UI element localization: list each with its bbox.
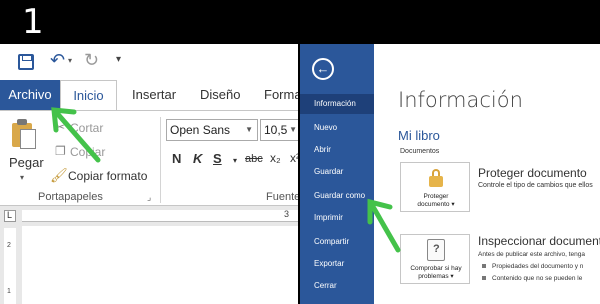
protect-document-button[interactable]: Proteger documento ▾ bbox=[400, 162, 470, 212]
copy-icon: ❐ bbox=[55, 144, 66, 158]
check-issues-button[interactable]: Comprobar si hayproblemas ▾ bbox=[400, 234, 470, 284]
ruler-mark: 3 bbox=[284, 209, 290, 219]
word-ribbon-panel: ↶ ▾ ↻ ▾ Archivo Inicio Insertar Diseño F… bbox=[0, 44, 300, 304]
redo-icon[interactable]: ↻ bbox=[84, 50, 99, 71]
tab-selector[interactable] bbox=[4, 210, 16, 222]
scissors-icon: ✂ bbox=[55, 120, 66, 134]
paste-dropdown-icon[interactable]: ▾ bbox=[20, 173, 24, 182]
ribbon-tabs: Archivo Inicio Insertar Diseño Forma bbox=[0, 80, 300, 110]
copy-button[interactable]: Copiar bbox=[70, 145, 105, 159]
bold-button[interactable]: N bbox=[172, 151, 181, 166]
underline-button[interactable]: S bbox=[213, 151, 222, 166]
cut-button[interactable]: Cortar bbox=[70, 121, 103, 135]
back-arrow-icon[interactable]: ← bbox=[312, 58, 334, 80]
font-size-value: 10,5 bbox=[264, 123, 288, 137]
inspect-description: Antes de publicar este archivo, tenga bbox=[478, 251, 585, 258]
protect-button-label: Proteger documento ▾ bbox=[417, 193, 455, 208]
protect-description: Controle el tipo de cambios que ellos bbox=[478, 182, 593, 189]
format-painter-button[interactable]: Copiar formato bbox=[68, 169, 147, 183]
inspect-document-icon bbox=[427, 239, 445, 261]
tab-archivo[interactable]: Archivo bbox=[0, 80, 60, 110]
group-divider bbox=[160, 117, 161, 203]
paste-icon[interactable] bbox=[12, 119, 38, 149]
step-banner: 1 bbox=[0, 0, 600, 44]
check-button-label: Comprobar si hay problemas ▾ bbox=[410, 265, 462, 280]
nav-cerrar[interactable]: Cerrar bbox=[300, 276, 374, 296]
page-title: Información bbox=[398, 88, 523, 112]
backstage-content: Información Mi libro Documentos Proteger… bbox=[374, 44, 600, 304]
document-area: 3 2 1 bbox=[0, 206, 300, 304]
backstage-panel: ← Información Nuevo Abrir Guardar Guarda… bbox=[300, 44, 600, 304]
format-painter-icon: 🖌 bbox=[50, 167, 68, 183]
font-group-label: Fuente bbox=[266, 191, 300, 203]
subscript-button[interactable]: x₂ bbox=[270, 151, 281, 165]
undo-icon[interactable]: ↶ bbox=[50, 50, 65, 71]
chevron-down-icon: ▼ bbox=[289, 125, 297, 134]
nav-nuevo[interactable]: Nuevo bbox=[300, 118, 374, 138]
inspect-title: Inspeccionar documento bbox=[478, 234, 600, 248]
tab-insertar[interactable]: Insertar bbox=[132, 80, 176, 110]
undo-dropdown-icon[interactable]: ▾ bbox=[68, 56, 72, 65]
quick-access-toolbar: ↶ ▾ ↻ ▾ bbox=[0, 44, 300, 80]
tab-inicio[interactable]: Inicio bbox=[60, 80, 117, 110]
nav-guardar-como[interactable]: Guardar como bbox=[300, 186, 374, 206]
tab-formato[interactable]: Forma bbox=[264, 80, 300, 110]
clipboard-group-label: Portapapeles bbox=[38, 191, 103, 203]
customize-qat-icon[interactable]: ▾ bbox=[116, 54, 121, 65]
nav-compartir[interactable]: Compartir bbox=[300, 232, 374, 252]
document-page[interactable] bbox=[22, 226, 300, 304]
document-name: Mi libro bbox=[398, 128, 440, 143]
ruler-mark: 1 bbox=[7, 288, 11, 295]
document-location: Documentos bbox=[400, 148, 440, 155]
tab-diseno[interactable]: Diseño bbox=[200, 80, 240, 110]
inspect-bullet: Propiedades del documento y n bbox=[482, 263, 583, 270]
nav-abrir[interactable]: Abrir bbox=[300, 140, 374, 160]
font-size-select[interactable]: 10,5 ▼ bbox=[260, 119, 300, 141]
font-family-value: Open Sans bbox=[170, 123, 231, 137]
chevron-down-icon: ▼ bbox=[245, 125, 253, 134]
protect-title: Proteger documento bbox=[478, 166, 587, 180]
nav-informacion[interactable]: Información bbox=[300, 94, 374, 114]
lock-icon bbox=[429, 169, 443, 187]
backstage-nav: ← Información Nuevo Abrir Guardar Guarda… bbox=[300, 44, 374, 304]
inspect-bullet: Contenido que no se pueden le bbox=[482, 275, 582, 282]
underline-dropdown-icon[interactable]: ▾ bbox=[233, 156, 237, 165]
nav-exportar[interactable]: Exportar bbox=[300, 254, 374, 274]
nav-imprimir[interactable]: Imprimir bbox=[300, 208, 374, 228]
step-number: 1 bbox=[22, 2, 44, 42]
strikethrough-button[interactable]: abc bbox=[245, 153, 263, 165]
save-icon[interactable] bbox=[18, 54, 34, 70]
nav-guardar[interactable]: Guardar bbox=[300, 162, 374, 182]
ruler-mark: 2 bbox=[7, 242, 11, 249]
ribbon-home: Pegar ▾ ✂ Cortar ❐ Copiar 🖌 Copiar forma… bbox=[0, 110, 300, 206]
horizontal-ruler[interactable]: 3 bbox=[22, 209, 300, 222]
dialog-launcher-icon[interactable]: ⌟ bbox=[147, 192, 151, 203]
paste-button-label[interactable]: Pegar bbox=[9, 155, 44, 170]
italic-button[interactable]: K bbox=[193, 151, 202, 166]
vertical-ruler[interactable]: 2 1 bbox=[4, 228, 16, 304]
font-family-select[interactable]: Open Sans ▼ bbox=[166, 119, 258, 141]
